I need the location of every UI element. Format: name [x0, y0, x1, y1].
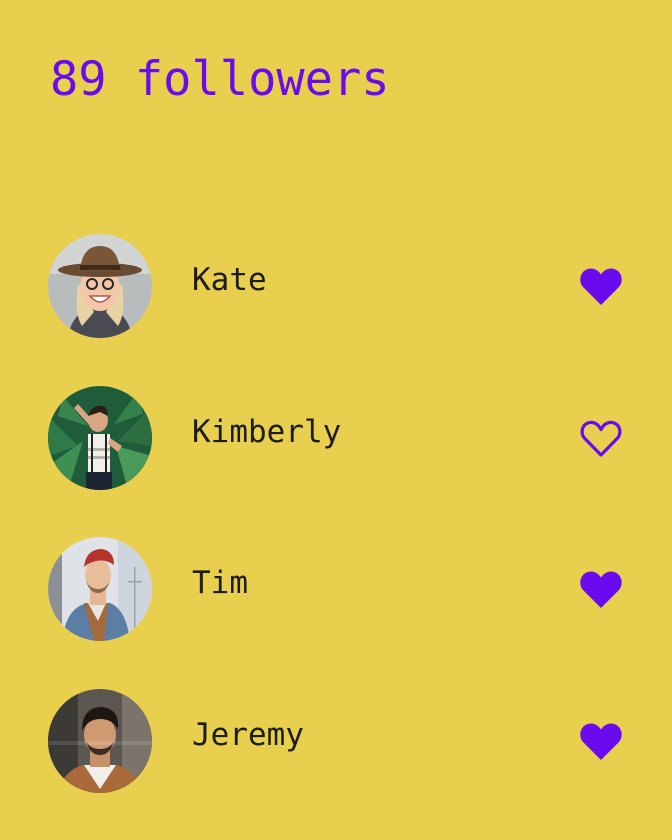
like-button[interactable]: [578, 416, 624, 460]
follower-name: Kate: [192, 262, 267, 298]
follower-row: Kate: [0, 234, 672, 338]
avatar-photo-icon: [48, 537, 152, 641]
avatar-photo-icon: [48, 385, 152, 490]
heart-filled-icon: [580, 571, 622, 608]
follower-row: Tim: [0, 537, 672, 641]
heart-filled-icon: [580, 723, 622, 760]
avatar[interactable]: [48, 385, 152, 490]
follower-name: Jeremy: [192, 716, 304, 753]
avatar-photo-icon: [48, 688, 152, 793]
avatar[interactable]: [48, 537, 152, 641]
follower-name: Kimberly: [192, 413, 342, 450]
follower-list: Kate Kimberly Tim Jeremy: [0, 234, 672, 840]
avatar[interactable]: [48, 688, 152, 793]
like-button[interactable]: [578, 567, 624, 611]
follower-row: Jeremy: [0, 688, 672, 793]
follower-name: Tim: [192, 565, 248, 601]
page-title: 89 followers: [50, 52, 390, 107]
avatar-photo-icon: [48, 234, 152, 338]
follower-row: Kimberly: [0, 385, 672, 490]
like-button[interactable]: [578, 719, 624, 763]
like-button[interactable]: [578, 264, 624, 308]
heart-filled-icon: [580, 268, 622, 305]
heart-outline-icon: [580, 420, 622, 457]
avatar[interactable]: [48, 234, 152, 338]
